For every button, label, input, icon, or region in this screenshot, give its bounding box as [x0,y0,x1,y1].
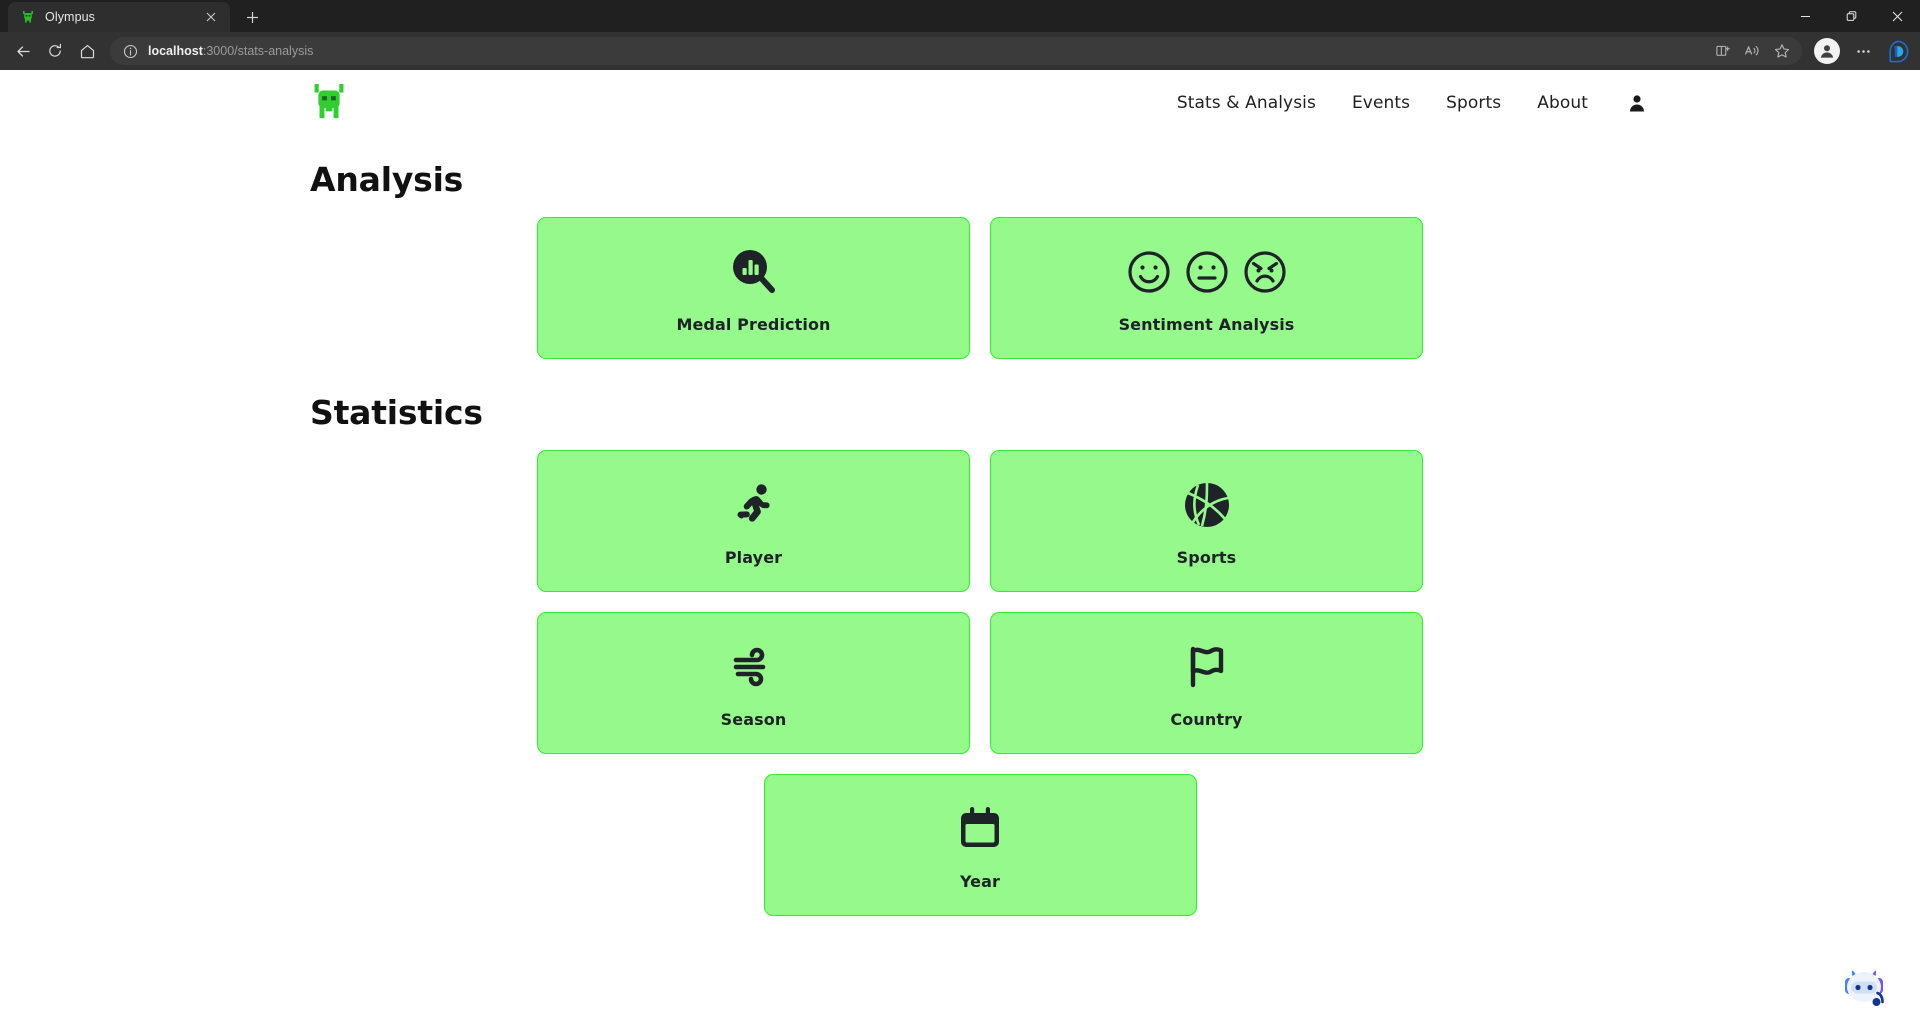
nav-events[interactable]: Events [1334,87,1428,119]
minimize-icon[interactable] [1782,0,1828,32]
window-controls [1782,0,1920,32]
nav-stats-analysis[interactable]: Stats & Analysis [1159,87,1334,119]
site-header: Stats & Analysis Events Sports About [0,70,1920,136]
statistics-card-row-2: Season Country [310,612,1650,754]
chart-search-icon [727,243,781,301]
page-viewport: Stats & Analysis Events Sports About Ana… [0,70,1920,1026]
wind-icon [727,638,781,696]
flag-icon [1180,638,1234,696]
nav-sports[interactable]: Sports [1428,87,1519,119]
address-bar-url: localhost:3000/stats-analysis [148,44,1708,58]
browser-window: Olympus localhost:3000/stats-analysis St… [0,0,1920,1026]
new-tab-icon[interactable] [236,2,268,32]
read-aloud-icon[interactable] [1738,39,1766,63]
home-icon[interactable] [72,37,102,65]
card-label: Sports [1176,547,1237,567]
statistics-card-row-1: Player Sports [310,450,1650,592]
volleyball-icon [1180,476,1234,534]
tab-title: Olympus [45,10,96,24]
card-label: Sentiment Analysis [1118,314,1295,334]
card-label: Medal Prediction [676,314,831,334]
site-info-icon[interactable] [120,41,140,61]
section-title-analysis: Analysis [310,160,464,199]
analysis-card-row: Medal Prediction Sentiment Analysis [310,217,1650,359]
card-label: Season [720,709,787,729]
card-season[interactable]: Season [537,612,970,754]
url-host: localhost [148,44,203,58]
browser-titlebar: Olympus [0,0,1920,32]
alien-logo-icon[interactable] [310,81,348,125]
url-path: :3000/stats-analysis [202,44,314,58]
back-arrow-icon[interactable] [8,37,38,65]
calendar-icon [954,800,1006,858]
card-sentiment-analysis[interactable]: Sentiment Analysis [990,217,1423,359]
omnibox-actions [1708,39,1796,63]
restore-icon[interactable] [1828,0,1874,32]
card-year[interactable]: Year [763,774,1197,916]
card-player[interactable]: Player [537,450,970,592]
profile-avatar-icon[interactable] [1814,38,1840,64]
address-bar[interactable]: localhost:3000/stats-analysis [110,37,1802,65]
more-options-icon[interactable] [1848,37,1878,65]
statistics-card-row-3: Year [310,774,1650,916]
browser-toolbar: localhost:3000/stats-analysis [0,32,1920,70]
refresh-icon[interactable] [40,37,70,65]
nav-about[interactable]: About [1519,87,1606,119]
page-content: Stats & Analysis Events Sports About Ana… [0,70,1920,916]
split-screen-icon[interactable] [1708,39,1736,63]
card-country[interactable]: Country [990,612,1423,754]
card-label: Player [724,547,783,567]
sentiment-faces-icon [1124,243,1290,301]
section-title-statistics: Statistics [310,393,483,432]
card-medal-prediction[interactable]: Medal Prediction [537,217,970,359]
tab-close-icon[interactable] [200,6,222,28]
tab-strip: Olympus [0,0,268,32]
site-nav: Stats & Analysis Events Sports About [1159,87,1650,119]
copilot-icon[interactable] [1882,37,1912,65]
card-sports[interactable]: Sports [990,450,1423,592]
user-account-icon[interactable] [1624,90,1650,116]
browser-tab[interactable]: Olympus [8,2,230,32]
alien-favicon [23,11,33,23]
running-person-icon [728,476,780,534]
chatbot-assistant-icon[interactable] [1832,968,1896,1018]
star-icon[interactable] [1768,39,1796,63]
window-close-icon[interactable] [1874,0,1920,32]
card-label: Country [1170,709,1243,729]
card-label: Year [959,871,1001,891]
page-main: Analysis Medal Prediction Sentiment Anal… [0,160,1920,916]
